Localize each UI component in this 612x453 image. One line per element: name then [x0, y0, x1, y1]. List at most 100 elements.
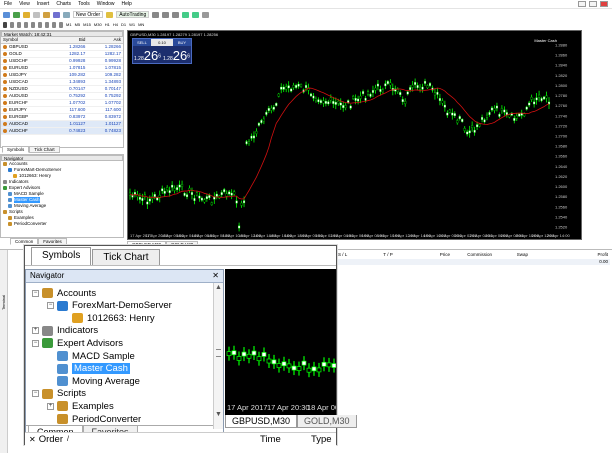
line-chart-icon[interactable] [172, 11, 180, 18]
market-watch-row[interactable]: GOLD 1282.17 1282.17 [1, 50, 123, 58]
new-order-button[interactable]: New Order [73, 11, 104, 18]
bid-cell: 1.34893 [51, 78, 88, 86]
market-watch-icon[interactable] [23, 11, 30, 18]
navigator-icon[interactable] [43, 11, 50, 18]
collapse-icon[interactable]: − [47, 302, 54, 310]
crosshair-icon[interactable] [10, 21, 14, 28]
menu-charts[interactable]: Charts [56, 1, 71, 7]
cursor-icon[interactable] [3, 21, 7, 28]
scroll-grip[interactable] [216, 349, 221, 357]
candle-body [246, 353, 252, 359]
chart-window[interactable]: GBPUSD,M30 1.28197 1.28279 1.28197 1.282… [127, 30, 582, 240]
standard-toolbar: New Order AutoTrading [0, 10, 612, 19]
close-icon[interactable]: ✕ [212, 270, 219, 282]
new-chart-icon[interactable] [3, 11, 10, 18]
close-button[interactable] [600, 1, 608, 7]
col-sl[interactable]: S / L [338, 252, 360, 257]
col-profit[interactable]: Profit [528, 252, 608, 257]
menu-help[interactable]: Help [122, 1, 132, 7]
zoom-chart[interactable]: 17 Apr 2017 17 Apr 20:30 18 Apr 00 [225, 269, 336, 415]
candle-body [267, 108, 270, 111]
zoom-tab-symbols[interactable]: Symbols [31, 247, 92, 265]
tf-w1[interactable]: W1 [129, 22, 135, 27]
market-watch-row[interactable]: USDCHF 0.99928 0.99928 [1, 57, 123, 65]
tree-node-icon [3, 210, 7, 214]
text-icon[interactable] [52, 21, 56, 28]
col-tp[interactable]: T / P [360, 252, 416, 257]
market-watch-row[interactable]: NZDUSD 0.70147 0.70147 [1, 85, 123, 93]
tf-m1[interactable]: M1 [66, 22, 72, 27]
candle-body [478, 123, 481, 127]
terminal-icon[interactable] [53, 11, 60, 18]
candle-body [296, 366, 302, 371]
col-swap[interactable]: Swap [492, 252, 528, 257]
navigator-item-small[interactable]: PeriodConverter [3, 221, 123, 227]
tf-m15[interactable]: M15 [83, 22, 91, 27]
fibo-icon[interactable] [45, 21, 49, 28]
menu-file[interactable]: File [4, 1, 12, 7]
zoom-tab-gold[interactable]: GOLD,M30 [297, 415, 357, 428]
market-watch-row[interactable]: EURGBP 0.83972 0.83972 [1, 113, 123, 121]
close-icon[interactable]: ✕ [29, 435, 36, 444]
zoom-in-icon[interactable] [182, 11, 190, 18]
col-price2[interactable]: Price [416, 252, 450, 257]
tf-mn[interactable]: MN [138, 22, 144, 27]
bar-chart-icon[interactable] [152, 11, 160, 18]
tf-m5[interactable]: M5 [75, 22, 81, 27]
col-order[interactable]: Order [39, 434, 63, 445]
navigator-item[interactable]: PeriodConverter [47, 412, 141, 425]
candle-body [369, 93, 372, 97]
menu-insert[interactable]: Insert [37, 1, 50, 7]
collapse-icon[interactable]: − [32, 339, 39, 347]
tf-h4[interactable]: H4 [113, 22, 118, 27]
hline-icon[interactable] [24, 21, 28, 28]
tf-m30[interactable]: M30 [94, 22, 102, 27]
market-watch-row[interactable]: GBPUSD 1.28266 1.28266 [1, 43, 123, 51]
market-watch-row[interactable]: AUDCHF 0.74823 0.74823 [1, 127, 123, 135]
expand-icon[interactable]: + [32, 327, 39, 335]
collapse-icon[interactable]: − [32, 390, 39, 398]
tab-tick-chart[interactable]: Tick Chart [29, 146, 60, 153]
zoom-out-icon[interactable] [192, 11, 200, 18]
channel-icon[interactable] [38, 21, 42, 28]
tab-common-small[interactable]: Common [10, 238, 39, 245]
candle-body [193, 198, 196, 201]
collapse-icon[interactable]: − [32, 289, 39, 297]
menu-window[interactable]: Window [97, 1, 115, 7]
expand-icon[interactable]: + [47, 402, 54, 410]
zoom-tab-tick-chart[interactable]: Tick Chart [92, 249, 160, 265]
vline-icon[interactable] [17, 21, 21, 28]
tab-favorites-small[interactable]: Favorites [38, 238, 67, 245]
scroll-down-icon[interactable]: ▼ [214, 410, 223, 420]
market-watch-row[interactable]: AUDCAD 1.01127 1.01127 [1, 120, 123, 128]
menu-tools[interactable]: Tools [78, 1, 90, 7]
tf-d1[interactable]: D1 [121, 22, 126, 27]
market-watch-row[interactable]: AUDUSD 0.75292 0.75292 [1, 92, 123, 100]
candle-chart-icon[interactable] [162, 11, 170, 18]
market-watch-row[interactable]: USDCAD 1.34893 1.34893 [1, 78, 123, 86]
data-window-icon[interactable] [33, 11, 40, 18]
scroll-up-icon[interactable]: ▲ [214, 283, 223, 293]
tree-node-label: Moving Average [72, 375, 140, 387]
menu-view[interactable]: View [19, 1, 30, 7]
col-type[interactable]: Type [311, 434, 332, 445]
market-watch-row[interactable]: EURUSD 1.07815 1.07815 [1, 64, 123, 72]
tab-symbols[interactable]: Symbols [2, 146, 30, 153]
tester-icon[interactable] [63, 11, 70, 18]
autotrading-button[interactable]: AutoTrading [116, 11, 150, 18]
col-time[interactable]: Time [260, 434, 281, 445]
market-watch-row[interactable]: EURJPY 117.600 117.600 [1, 106, 123, 114]
tf-h1[interactable]: H1 [105, 22, 110, 27]
market-watch-row[interactable]: USDJPY 109.282 109.282 [1, 71, 123, 79]
profiles-icon[interactable] [13, 11, 20, 18]
navigator-scrollbar[interactable]: ▲ ▼ [213, 283, 223, 429]
zoom-tab-gbpusd[interactable]: GBPUSD,M30 [225, 415, 298, 428]
trendline-icon[interactable] [31, 21, 35, 28]
market-watch-row[interactable]: EURCHF 1.07702 1.07702 [1, 99, 123, 107]
restore-button[interactable] [589, 1, 597, 7]
minimize-button[interactable] [578, 1, 586, 7]
col-commission[interactable]: Commission [450, 252, 492, 257]
tile-icon[interactable] [202, 11, 210, 18]
label-icon[interactable] [59, 21, 63, 28]
bid-cell: 1.01127 [51, 120, 88, 128]
